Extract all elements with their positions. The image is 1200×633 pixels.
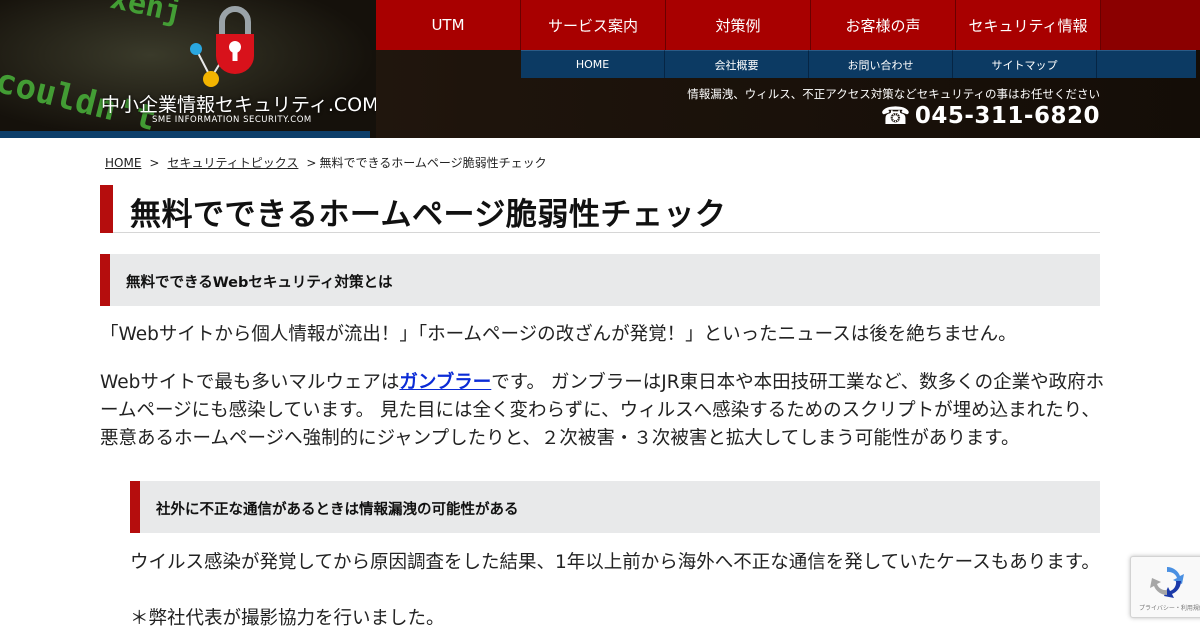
- logo-background-code-text: xenj: [107, 0, 186, 31]
- breadcrumb-current: 無料でできるホームページ脆弱性チェック: [319, 156, 547, 170]
- section-heading-text: 無料でできるWebセキュリティ対策とは: [126, 275, 393, 291]
- header-tagline: 情報漏洩、ウィルス、不正アクセス対策などセキュリティの事はお任せください: [687, 87, 1100, 101]
- breadcrumb-category-link[interactable]: セキュリティトピックス: [167, 156, 298, 170]
- nav-filler: [1101, 0, 1200, 50]
- title-accent-bar: [100, 185, 113, 233]
- subnav-filler: [1097, 50, 1196, 78]
- nav-item-testimonials[interactable]: お客様の声: [811, 0, 956, 50]
- paragraph-text: Webサイトで最も多いマルウェアは: [100, 372, 400, 393]
- breadcrumb-separator: >: [306, 156, 317, 170]
- heading-accent-bar: [100, 254, 110, 306]
- recaptcha-icon: [1150, 567, 1184, 598]
- logo-bottom-strip: [0, 131, 370, 138]
- nav-item-security-info[interactable]: セキュリティ情報: [956, 0, 1101, 50]
- paragraph: Webサイトで最も多いマルウェアはガンブラーです。 ガンブラーはJR東日本や本田…: [100, 369, 1105, 453]
- nav-item-services[interactable]: サービス案内: [521, 0, 666, 50]
- padlock-network-icon: [190, 6, 254, 87]
- breadcrumb-separator: >: [149, 156, 160, 170]
- site-header: xenj couldn't 中小企業情報セキュリティ.COM SME INFOR…: [0, 0, 1200, 138]
- gumblar-link[interactable]: ガンブラー: [399, 372, 491, 393]
- breadcrumb-home-link[interactable]: HOME: [105, 156, 141, 170]
- paragraph: 「Webサイトから個人情報が流出！」「ホームページの改ざんが発覚！」といったニュ…: [100, 324, 1017, 345]
- site-logo[interactable]: xenj couldn't 中小企業情報セキュリティ.COM SME INFOR…: [0, 0, 376, 138]
- recaptcha-badge[interactable]: プライバシー・利用規約: [1130, 556, 1200, 618]
- logo-title: 中小企業情報セキュリティ.COM: [101, 94, 376, 116]
- subnav-item-contact[interactable]: お問い合わせ: [809, 50, 953, 78]
- main-navigation: UTM サービス案内 対策例 お客様の声 セキュリティ情報: [376, 0, 1200, 50]
- nav-item-utm[interactable]: UTM: [376, 0, 521, 50]
- subnav-item-home[interactable]: HOME: [521, 50, 665, 78]
- logo-subtitle: SME INFORMATION SECURITY.COM: [152, 115, 312, 125]
- paragraph: ウイルス感染が発覚してから原因調査をした結果、1年以上前から海外へ不正な通信を発…: [130, 552, 1100, 573]
- heading-accent-bar: [130, 481, 140, 533]
- sub-navigation: HOME 会社概要 お問い合わせ サイトマップ: [521, 50, 1196, 78]
- page-title: 無料でできるホームページ脆弱性チェック: [100, 185, 1100, 233]
- breadcrumb: HOME > セキュリティトピックス > 無料でできるホームページ脆弱性チェック: [105, 154, 547, 171]
- nav-item-countermeasures[interactable]: 対策例: [666, 0, 811, 50]
- header-phone[interactable]: ☎ 045-311-6820: [880, 103, 1100, 129]
- recaptcha-caption: プライバシー・利用規約: [1139, 605, 1200, 612]
- subnav-item-company[interactable]: 会社概要: [665, 50, 809, 78]
- phone-number: 045-311-6820: [914, 103, 1100, 129]
- subsection-heading: 社外に不正な通信があるときは情報漏洩の可能性がある: [130, 481, 1100, 533]
- page-title-text: 無料でできるホームページ脆弱性チェック: [130, 197, 727, 233]
- subsection-heading-text: 社外に不正な通信があるときは情報漏洩の可能性がある: [156, 502, 519, 518]
- paragraph: ＊弊社代表が撮影協力を行いました。: [130, 608, 445, 629]
- section-heading: 無料でできるWebセキュリティ対策とは: [100, 254, 1100, 306]
- subnav-item-sitemap[interactable]: サイトマップ: [953, 50, 1097, 78]
- telephone-icon: ☎: [880, 102, 911, 130]
